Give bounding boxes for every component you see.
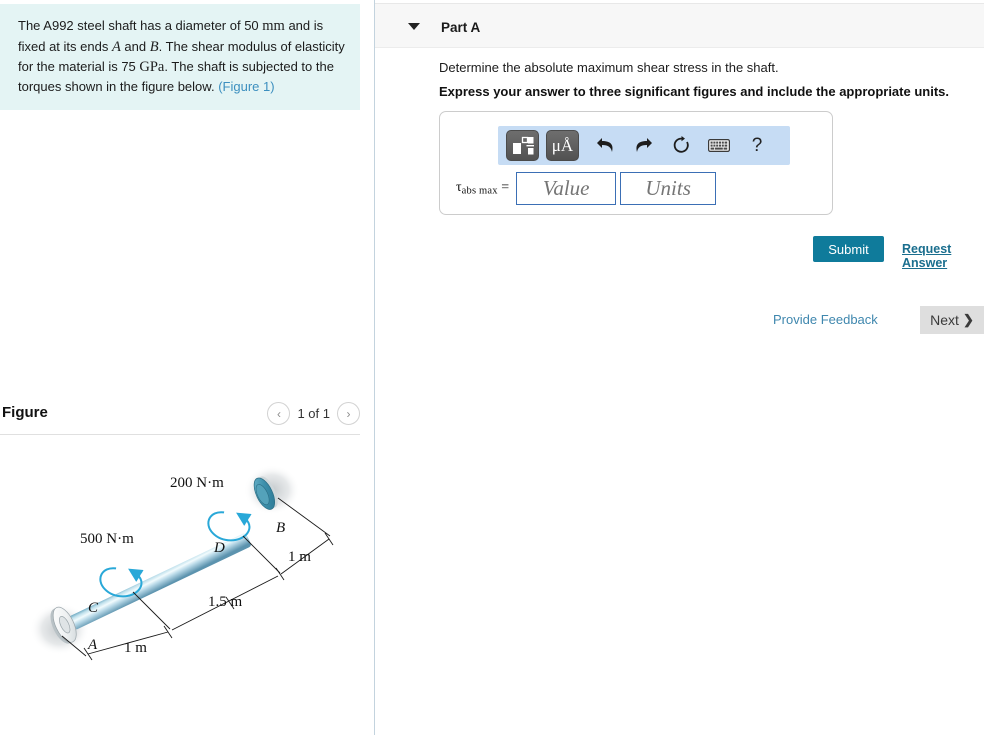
request-answer-link[interactable]: Request Answer xyxy=(902,242,984,270)
answer-toolbar: μÅ ? xyxy=(498,126,790,165)
question-prompt: Determine the absolute maximum shear str… xyxy=(439,60,779,75)
provide-feedback-link[interactable]: Provide Feedback xyxy=(773,312,878,327)
label-point-b: B xyxy=(276,520,285,536)
figure-header: Figure ‹ 1 of 1 › xyxy=(0,400,360,436)
label-point-d: D xyxy=(213,540,225,556)
figure-prev-button[interactable]: ‹ xyxy=(267,402,291,425)
figure-image: 200 N·m 500 N·m C D B A 1 m 1.5 m 1 m xyxy=(0,440,374,690)
problem-text-and: and xyxy=(120,38,150,54)
answer-entry-box: μÅ ? τabs max = Value Units xyxy=(439,111,833,215)
figure-link[interactable]: (Figure 1) xyxy=(218,79,274,94)
figure-navigation: ‹ 1 of 1 › xyxy=(267,402,360,425)
unit-mm: mm xyxy=(262,18,285,34)
label-dim-ac: 1 m xyxy=(124,640,147,656)
chevron-right-icon: ❯ xyxy=(962,312,974,327)
undo-glyph xyxy=(596,138,613,152)
label-dim-cd: 1.5 m xyxy=(208,594,243,610)
var-b: B xyxy=(149,38,159,55)
units-icon-label: μÅ xyxy=(551,136,574,155)
answer-instruction: Express your answer to three significant… xyxy=(439,84,949,99)
redo-glyph xyxy=(635,138,652,152)
next-button-label: Next xyxy=(930,312,959,328)
var-a: A xyxy=(111,38,121,55)
shaft-diagram-svg: 200 N·m 500 N·m C D B A 1 m 1.5 m 1 m xyxy=(30,465,334,661)
figure-title: Figure xyxy=(2,404,48,421)
reset-glyph xyxy=(673,136,689,153)
label-point-c: C xyxy=(88,600,99,616)
submit-button[interactable]: Submit xyxy=(813,236,884,262)
help-glyph: ? xyxy=(751,134,763,156)
answer-input-row: τabs max = xyxy=(456,172,717,205)
next-button[interactable]: Next ❯ xyxy=(920,306,984,334)
left-panel: The A992 steel shaft has a diameter of 5… xyxy=(0,0,374,735)
tau-subscript: abs max xyxy=(461,185,498,197)
units-micro-angstrom-icon[interactable]: μÅ xyxy=(546,130,579,161)
reset-icon[interactable] xyxy=(662,130,700,161)
redo-icon[interactable] xyxy=(624,130,662,161)
problem-statement: The A992 steel shaft has a diameter of 5… xyxy=(0,4,360,111)
label-dim-db: 1 m xyxy=(288,549,311,565)
keyboard-glyph xyxy=(708,139,730,153)
help-icon[interactable]: ? xyxy=(738,130,776,161)
label-torque-left: 500 N·m xyxy=(80,531,134,547)
math-template-icon[interactable] xyxy=(506,130,539,161)
triangle-down-icon[interactable] xyxy=(408,23,420,30)
figure-counter: 1 of 1 xyxy=(297,406,330,421)
right-panel: Part A Determine the absolute maximum sh… xyxy=(375,0,984,735)
keyboard-icon[interactable] xyxy=(700,130,738,161)
dimension-lines xyxy=(61,497,334,661)
math-template-glyph xyxy=(512,136,534,154)
label-point-a: A xyxy=(87,637,98,653)
units-input[interactable] xyxy=(620,172,717,205)
answer-symbol-label: τabs max = xyxy=(456,180,509,196)
part-a-title: Part A xyxy=(441,20,481,35)
part-a-header[interactable]: Part A xyxy=(375,3,984,48)
undo-icon[interactable] xyxy=(586,130,624,161)
figure-next-button[interactable]: › xyxy=(337,402,360,425)
label-torque-right: 200 N·m xyxy=(170,475,224,491)
equals-sign: = xyxy=(501,180,510,196)
problem-text-1: The A992 steel shaft has a diameter of 5… xyxy=(18,18,263,33)
figure-divider xyxy=(0,434,360,435)
unit-gpa: GPa xyxy=(139,59,165,76)
value-input[interactable] xyxy=(516,172,617,205)
